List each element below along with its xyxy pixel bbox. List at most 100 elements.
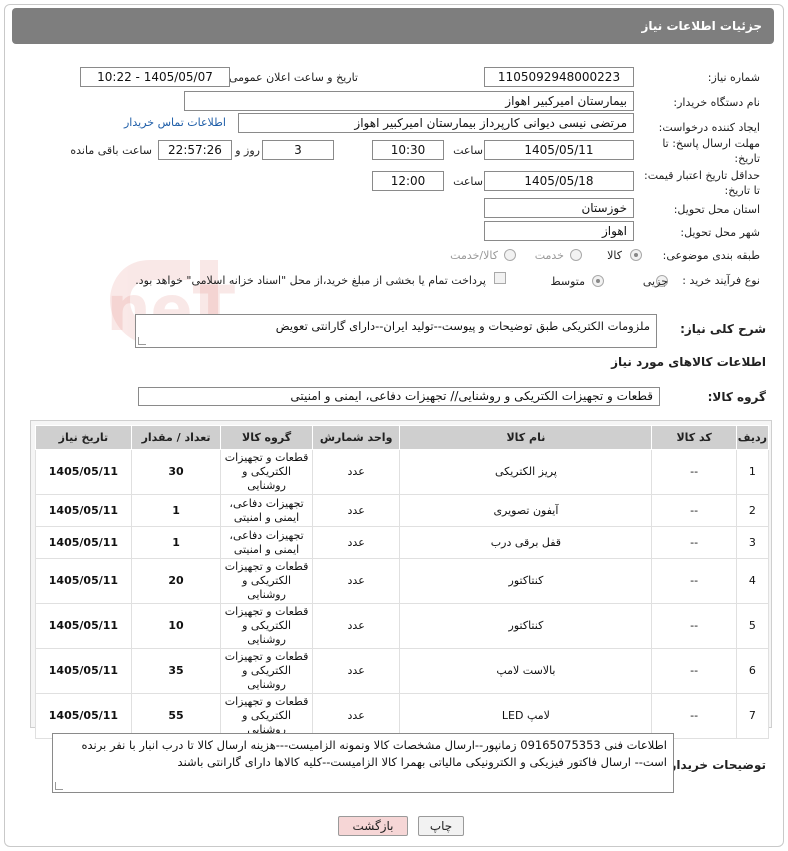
deadline-label: مهلت ارسال پاسخ: تا تاریخ: <box>662 137 760 165</box>
buyer-notes-label: توضیحات خریدار: <box>664 758 766 772</box>
table-row[interactable]: 5 -- کنتاکتور عدد قطعات و تجهیزات الکتریکی و… <box>35 603 770 649</box>
cell-quantity: 1 <box>130 494 222 527</box>
announce-label: تاریخ و ساعت اعلان عمومی: <box>225 71 358 84</box>
page-title: جزئیات اطلاعات نیاز <box>12 8 774 44</box>
col-header-group: گروه کالا <box>220 425 313 450</box>
validity-date-field[interactable]: 1405/05/18 <box>484 171 634 191</box>
cell-date: 1405/05/11 <box>35 449 132 495</box>
cell-name: پریز الکتریکی <box>399 449 653 495</box>
creator-field[interactable]: مرتضی نیسی دیوانی کارپرداز بیمارستان امی… <box>238 113 634 133</box>
treasury-payment-checkbox[interactable] <box>494 272 506 284</box>
col-header-code: کد کالا <box>651 425 737 450</box>
treasury-payment-note: پرداخت تمام یا بخشی از مبلغ خرید،از محل … <box>135 274 486 287</box>
cell-name: آیفون تصویری <box>399 494 653 527</box>
cell-row-number: 4 <box>735 558 770 604</box>
cell-row-number: 6 <box>735 648 770 694</box>
cell-unit: عدد <box>311 558 401 604</box>
table-row[interactable]: 6 -- بالاست لامپ عدد قطعات و تجهیزات الکتریک… <box>35 648 770 694</box>
time-remaining-field[interactable]: 22:57:26 <box>158 140 232 160</box>
purchase-radio-medium[interactable] <box>592 275 604 287</box>
cell-row-number: 7 <box>735 693 770 739</box>
cell-code: -- <box>651 603 737 649</box>
cell-unit: عدد <box>311 693 401 739</box>
col-header-date: تاریخ نیاز <box>35 425 132 450</box>
goods-group-field[interactable]: قطعات و تجهیزات الکتریکی و روشنایی// تجه… <box>138 387 660 406</box>
deadline-date-field[interactable]: 1405/05/11 <box>484 140 634 160</box>
goods-group-label: گروه کالا: <box>707 390 766 404</box>
category-radio-goods[interactable] <box>630 249 642 261</box>
description-label: شرح کلی نیاز: <box>680 322 766 336</box>
time-remaining-label: ساعت باقی مانده <box>70 144 152 157</box>
cell-date: 1405/05/11 <box>35 648 132 694</box>
buyer-contact-link[interactable]: اطلاعات تماس خریدار <box>124 116 226 129</box>
col-header-name: نام کالا <box>399 425 653 450</box>
purchase-type-label: نوع فرآیند خرید : <box>682 274 760 287</box>
cell-quantity: 20 <box>130 558 222 604</box>
cell-name: بالاست لامپ <box>399 648 653 694</box>
announce-datetime-field[interactable]: 1405/05/07 - 10:22 <box>80 67 230 87</box>
table-row[interactable]: 3 -- قفل برقی درب عدد تجهیزات دفاعی، ایمنی و… <box>35 526 770 559</box>
city-field[interactable]: اهواز <box>484 221 634 241</box>
city-label: شهر محل تحویل: <box>680 226 760 239</box>
cell-row-number: 2 <box>735 494 770 527</box>
cell-unit: عدد <box>311 526 401 559</box>
description-text: ملزومات الکتریکی طبق توضیحات و پیوست--تو… <box>275 319 650 333</box>
description-textarea[interactable]: ملزومات الکتریکی طبق توضیحات و پیوست--تو… <box>135 314 657 348</box>
cell-group: قطعات و تجهیزات الکتریکی و روشنایی <box>220 648 313 694</box>
cell-group: قطعات و تجهیزات الکتریکی و روشنایی <box>220 449 313 495</box>
cell-code: -- <box>651 693 737 739</box>
cell-quantity: 35 <box>130 648 222 694</box>
buyer-notes-textarea[interactable]: اطلاعات فنی 09165075353 زمانپور--ارسال م… <box>52 733 674 793</box>
buyer-org-field[interactable]: بیمارستان امیرکبیر اهواز <box>184 91 634 111</box>
cell-quantity: 30 <box>130 449 222 495</box>
cell-name: لامپ LED <box>399 693 653 739</box>
cell-code: -- <box>651 558 737 604</box>
days-remaining-field[interactable]: 3 <box>262 140 334 160</box>
col-header-row-number: ردیف <box>735 425 770 450</box>
cell-quantity: 10 <box>130 603 222 649</box>
cell-date: 1405/05/11 <box>35 693 132 739</box>
goods-section-title: اطلاعات کالاهای مورد نیاز <box>611 355 766 369</box>
table-row[interactable]: 1 -- پریز الکتریکی عدد قطعات و تجهیزات الکتر… <box>35 449 770 495</box>
creator-label: ایجاد کننده درخواست: <box>658 121 760 134</box>
deadline-time-field[interactable]: 10:30 <box>372 140 444 160</box>
resize-grip-icon[interactable] <box>55 782 63 790</box>
validity-label: حداقل تاریخ اعتبار قیمت: تا تاریخ: <box>644 169 760 197</box>
category-radio-service[interactable] <box>570 249 582 261</box>
cell-group: قطعات و تجهیزات الکتریکی و روشنایی <box>220 558 313 604</box>
table-header-row: ردیف کد کالا نام کالا واحد شمارش گروه کا… <box>35 425 770 450</box>
cell-group: قطعات و تجهیزات الکتریکی و روشنایی <box>220 603 313 649</box>
deadline-time-label: ساعت <box>453 144 483 157</box>
cell-unit: عدد <box>311 603 401 649</box>
cell-code: -- <box>651 526 737 559</box>
purchase-option-medium: متوسط <box>550 275 585 288</box>
goods-table: ردیف کد کالا نام کالا واحد شمارش گروه کا… <box>35 425 770 739</box>
validity-time-field[interactable]: 12:00 <box>372 171 444 191</box>
cell-date: 1405/05/11 <box>35 526 132 559</box>
cell-name: کنتاکتور <box>399 603 653 649</box>
table-row[interactable]: 2 -- آیفون تصویری عدد تجهیزات دفاعی، ایمنی و… <box>35 494 770 527</box>
buyer-notes-text: اطلاعات فنی 09165075353 زمانپور--ارسال م… <box>81 738 668 769</box>
table-row[interactable]: 4 -- کنتاکتور عدد قطعات و تجهیزات الکتریکی و… <box>35 558 770 604</box>
cell-quantity: 55 <box>130 693 222 739</box>
print-button[interactable]: چاپ <box>418 816 464 836</box>
province-field[interactable]: خوزستان <box>484 198 634 218</box>
cell-row-number: 1 <box>735 449 770 495</box>
goods-table-body: 1 -- پریز الکتریکی عدد قطعات و تجهیزات الکتر… <box>35 449 770 739</box>
cell-code: -- <box>651 449 737 495</box>
table-row[interactable]: 7 -- لامپ LED عدد قطعات و تجهیزات الکتریکی و… <box>35 693 770 739</box>
back-button[interactable]: بازگشت <box>338 816 408 836</box>
validity-time-label: ساعت <box>453 175 483 188</box>
buyer-org-label: نام دستگاه خریدار: <box>673 96 760 109</box>
category-label: طبقه بندی موضوعی: <box>662 249 760 262</box>
category-radio-goods-service[interactable] <box>504 249 516 261</box>
category-option-goods-service: کالا/خدمت <box>450 249 498 262</box>
col-header-unit: واحد شمارش <box>311 425 401 450</box>
need-number-field[interactable]: 1105092948000223 <box>484 67 634 87</box>
cell-date: 1405/05/11 <box>35 558 132 604</box>
cell-unit: عدد <box>311 449 401 495</box>
resize-grip-icon[interactable] <box>138 337 146 345</box>
cell-code: -- <box>651 648 737 694</box>
category-option-goods: کالا <box>607 249 622 262</box>
cell-group: تجهیزات دفاعی، ایمنی و امنیتی <box>220 526 313 559</box>
